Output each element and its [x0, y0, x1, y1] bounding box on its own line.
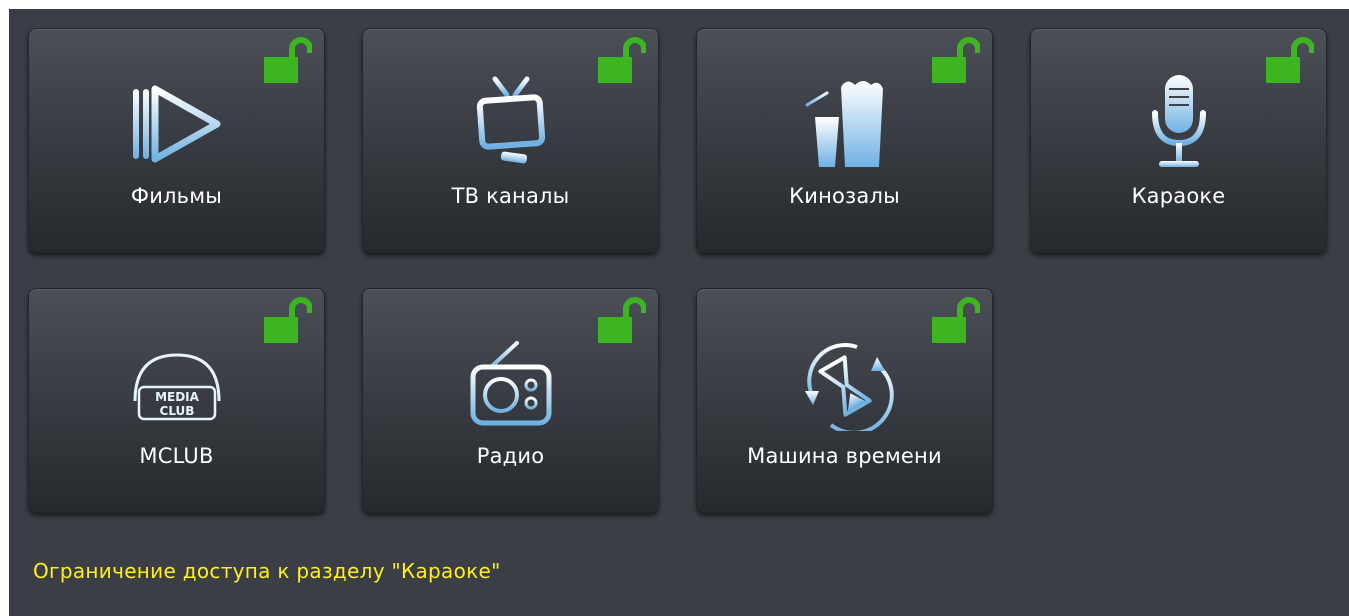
unlocked-padlock-icon[interactable] — [598, 37, 646, 83]
tile-films[interactable]: Фильмы — [28, 28, 325, 253]
app-screen: Фильмы ТВ каналы Кинозалы Караоке MEDIA … — [9, 9, 1349, 616]
unlocked-padlock-icon[interactable] — [598, 297, 646, 343]
status-message: Ограничение доступа к разделу "Караоке" — [33, 559, 501, 583]
tile-label: Кинозалы — [789, 184, 900, 208]
tile-tv-channels[interactable]: ТВ каналы — [362, 28, 659, 253]
tile-label: Машина времени — [747, 444, 942, 468]
unlocked-padlock-icon[interactable] — [264, 37, 312, 83]
svg-text:MEDIA: MEDIA — [155, 390, 200, 404]
unlocked-padlock-icon[interactable] — [932, 37, 980, 83]
tile-label: Караоке — [1131, 184, 1226, 208]
tile-time-machine[interactable]: Машина времени — [696, 288, 993, 513]
media-club-logo: MEDIA CLUB — [117, 331, 237, 431]
tile-label: ТВ каналы — [451, 184, 570, 208]
tile-mclub[interactable]: MEDIA CLUB MCLUB — [28, 288, 325, 513]
time-machine-icon — [785, 331, 905, 431]
tile-label: Радио — [476, 444, 545, 468]
tile-radio[interactable]: Радио — [362, 288, 659, 513]
unlocked-padlock-icon[interactable] — [1266, 37, 1314, 83]
tile-label: Фильмы — [130, 184, 223, 208]
radio-icon — [451, 331, 571, 431]
microphone-icon — [1119, 71, 1239, 171]
tile-label: MCLUB — [139, 444, 214, 468]
tile-karaoke[interactable]: Караоке — [1030, 28, 1327, 253]
film-play-icon — [117, 71, 237, 171]
unlocked-padlock-icon[interactable] — [264, 297, 312, 343]
popcorn-drink-icon — [785, 71, 905, 171]
svg-text:CLUB: CLUB — [159, 404, 194, 418]
tile-cinemas[interactable]: Кинозалы — [696, 28, 993, 253]
unlocked-padlock-icon[interactable] — [932, 297, 980, 343]
tv-icon — [451, 71, 571, 171]
